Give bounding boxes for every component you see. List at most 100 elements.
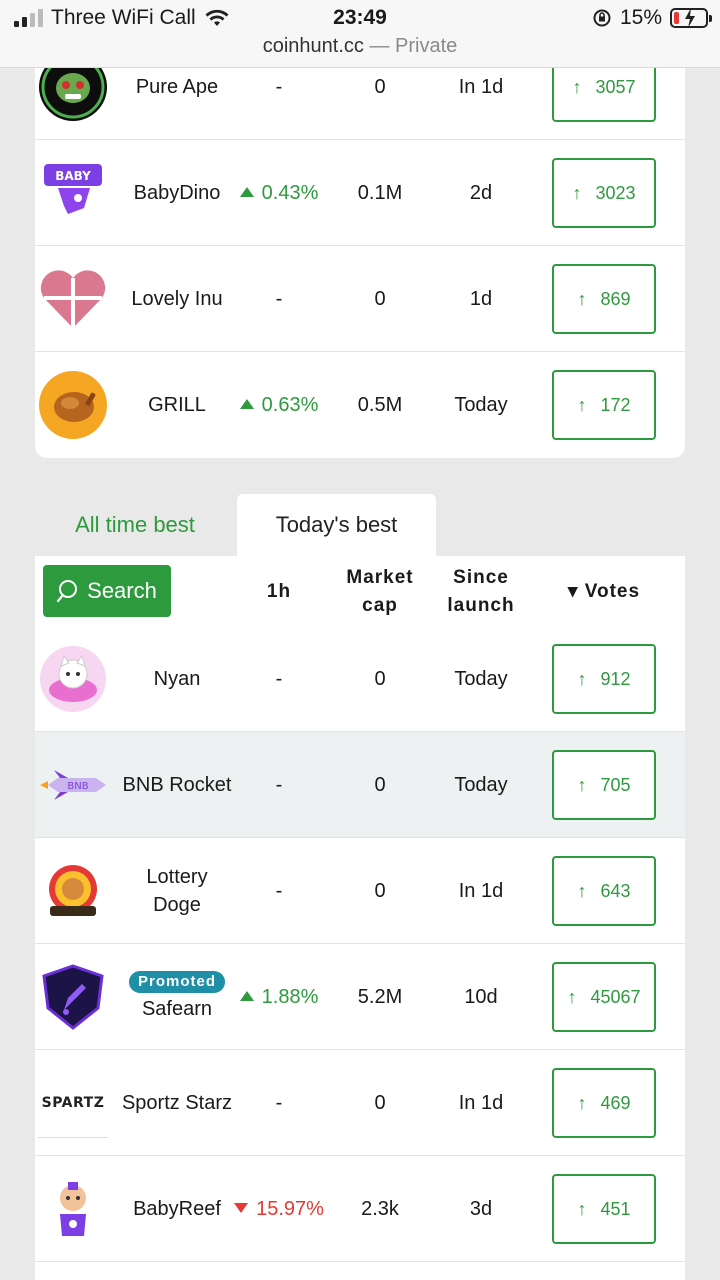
coin-logo-pureape: [39, 68, 107, 121]
top-coin-list: Pure Ape - 0 In 1d ↑ 3057 BABY BabyDino 0…: [35, 68, 685, 458]
column-since-launch[interactable]: Since launch: [431, 562, 531, 622]
search-icon: [57, 580, 78, 603]
vote-count: 451: [600, 1198, 631, 1219]
change-1h: 0.43%: [261, 182, 319, 204]
vote-button[interactable]: ↑ 451: [552, 1174, 656, 1244]
arrow-up-icon: ↑: [577, 774, 587, 795]
change-1h: -: [275, 880, 283, 902]
coin-name-line1[interactable]: Lottery: [146, 863, 207, 891]
column-votes[interactable]: ▾ Votes: [545, 562, 663, 622]
status-left: Three WiFi Call: [14, 6, 230, 30]
wifi-icon: [205, 9, 229, 26]
address-bar[interactable]: coinhunt.cc — Private: [0, 35, 720, 58]
coin-logo-babydino: BABY: [44, 164, 102, 214]
triangle-up-icon: [239, 187, 254, 197]
vote-button[interactable]: ↑ 912: [552, 644, 656, 714]
coin-logo-safearn: [42, 964, 104, 1030]
vote-button[interactable]: ↑ 45067: [552, 962, 656, 1032]
vote-button[interactable]: ↑ 3023: [552, 158, 656, 228]
column-since-launch-line2: launch: [447, 595, 515, 616]
column-market-cap-line2: cap: [362, 595, 398, 616]
vote-count: 705: [600, 774, 631, 795]
coin-logo-bnbrocket: BNB: [40, 770, 106, 800]
vote-count: 643: [600, 880, 631, 901]
table-row[interactable]: SPARTZ Sportz Starz - 0 In 1d ↑ 469: [35, 1050, 685, 1156]
table-row[interactable]: Lovely Inu - 0 1d ↑ 869: [35, 246, 685, 352]
table-row[interactable]: BABY BabyDino 0.43% 0.1M 2d ↑ 3023: [35, 140, 685, 246]
arrow-up-icon: ↑: [577, 1092, 587, 1113]
arrow-up-icon: ↑: [577, 1198, 587, 1219]
column-market-cap-line1: Market: [346, 567, 414, 588]
coin-logo-sportzstarz: SPARTZ: [38, 1068, 108, 1138]
market-cap: 0.1M: [357, 182, 403, 204]
vote-button[interactable]: ↑ 469: [552, 1068, 656, 1138]
triangle-up-icon: [239, 399, 254, 409]
logo-wordmark: SPARTZ: [41, 1094, 105, 1111]
since-launch: In 1d: [458, 1092, 504, 1114]
vote-count: 45067: [590, 986, 641, 1007]
vote-button[interactable]: ↑ 705: [552, 750, 656, 820]
change-1h: 15.97%: [256, 1198, 324, 1220]
coin-name[interactable]: BNB Rocket: [123, 771, 232, 799]
market-cap: 5.2M: [357, 986, 403, 1008]
market-cap: 0: [374, 288, 386, 310]
vote-count: 3057: [595, 76, 636, 97]
coin-name-line2[interactable]: Doge: [153, 891, 201, 919]
table-row[interactable]: Promoted Safearn 1.88% 5.2M 10d ↑ 45067: [35, 944, 685, 1050]
vote-count: 469: [600, 1092, 631, 1113]
column-1h[interactable]: 1h: [229, 562, 329, 622]
table-row[interactable]: Lottery Doge - 0 In 1d ↑ 643: [35, 838, 685, 944]
arrow-up-icon: ↑: [572, 182, 582, 203]
change-1h: 1.88%: [261, 986, 319, 1008]
table-row[interactable]: GRILL 0.63% 0.5M Today ↑ 172: [35, 352, 685, 458]
coin-name[interactable]: Sportz Starz: [122, 1089, 232, 1117]
vote-button[interactable]: ↑ 643: [552, 856, 656, 926]
carrier-label: Three WiFi Call: [51, 6, 196, 29]
tab-todays-best[interactable]: Today's best: [237, 494, 436, 556]
market-cap: 0: [374, 1092, 386, 1114]
column-since-launch-line1: Since: [453, 567, 509, 588]
table-row[interactable]: BNB BNB Rocket - 0 Today ↑ 705: [35, 732, 685, 838]
table-row[interactable]: Nyan - 0 Today ↑ 912: [35, 626, 685, 732]
search-button[interactable]: Search: [43, 565, 171, 617]
since-launch: In 1d: [458, 76, 504, 98]
vote-count: 3023: [595, 182, 636, 203]
table-header: Search 1h Market cap Since launch ▾ Vote…: [35, 556, 685, 632]
promoted-badge: Promoted: [128, 971, 225, 993]
coin-name[interactable]: Lovely Inu: [131, 285, 222, 313]
market-cap: 0: [374, 668, 386, 690]
vote-count: 869: [600, 288, 631, 309]
market-cap: 0: [374, 76, 386, 98]
since-launch: 2d: [469, 182, 493, 204]
vote-button[interactable]: ↑ 172: [552, 370, 656, 440]
change-1h: -: [275, 774, 283, 796]
coin-name[interactable]: Nyan: [154, 665, 201, 693]
arrow-up-icon: ↑: [567, 986, 577, 1007]
since-launch: In 1d: [458, 880, 504, 902]
coin-name[interactable]: Pure Ape: [136, 73, 218, 101]
market-cap: 0.5M: [357, 394, 403, 416]
vote-count: 172: [600, 394, 631, 415]
change-1h: -: [275, 76, 283, 98]
arrow-up-icon: ↑: [577, 394, 587, 415]
table-row[interactable]: Pure Ape - 0 In 1d ↑ 3057: [35, 68, 685, 140]
coin-name[interactable]: Safearn: [142, 995, 212, 1023]
coin-name[interactable]: BabyDino: [134, 179, 221, 207]
battery-icon: [670, 8, 712, 28]
vote-button[interactable]: ↑ 3057: [552, 68, 656, 122]
search-label: Search: [87, 578, 157, 603]
svg-text:BABY: BABY: [55, 169, 91, 183]
tab-all-time-best[interactable]: All time best: [35, 494, 235, 556]
vote-button[interactable]: ↑ 869: [552, 264, 656, 334]
market-cap: 2.3k: [361, 1198, 399, 1220]
coin-name[interactable]: BabyReef: [133, 1195, 221, 1223]
triangle-up-icon: [239, 991, 254, 1001]
change-1h: -: [275, 668, 283, 690]
since-launch: 10d: [464, 986, 498, 1008]
column-market-cap[interactable]: Market cap: [330, 562, 430, 622]
market-cap: 0: [374, 880, 386, 902]
coin-logo-lovelyinu: [40, 270, 106, 328]
coin-name[interactable]: GRILL: [148, 391, 206, 419]
signal-icon: [14, 9, 43, 27]
table-row[interactable]: BabyReef 15.97% 2.3k 3d ↑ 451: [35, 1156, 685, 1262]
